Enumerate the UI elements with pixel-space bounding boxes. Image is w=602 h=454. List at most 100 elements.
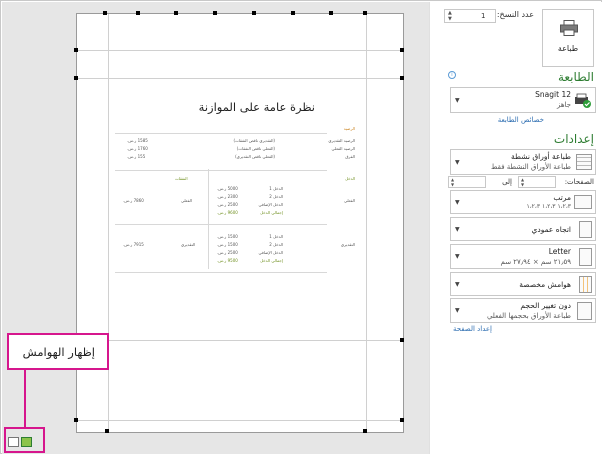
income-total-value: 9500 ر.س. bbox=[217, 258, 238, 263]
spin-arrows-icon[interactable]: ▲ ▼ bbox=[448, 10, 452, 22]
print-button-label: طباعة bbox=[557, 44, 579, 53]
row-rule bbox=[115, 224, 327, 225]
print-settings-panel: طباعة عدد النسخ: 1 ▲ ▼ الطابعة i Snagit 1… bbox=[429, 2, 602, 454]
income-total-value: 9600 ر.س. bbox=[217, 210, 238, 215]
margin-handle[interactable] bbox=[103, 11, 107, 15]
income-total-label: إجمالي الدخل bbox=[260, 258, 283, 263]
printer-status: جاهز bbox=[556, 101, 571, 109]
income-item-label: الدخل 2 bbox=[269, 242, 283, 247]
actual-row-name: الفعلي bbox=[344, 198, 355, 203]
orientation-title: اتجاه عمودي bbox=[531, 225, 571, 234]
margin-handle[interactable] bbox=[363, 429, 367, 433]
income-item-value: 1500 ر.س. bbox=[217, 242, 238, 247]
collate-icon bbox=[574, 195, 592, 209]
margin-handle[interactable] bbox=[400, 338, 404, 342]
printer-section-header: الطابعة bbox=[557, 70, 594, 84]
print-what-dropdown[interactable]: طباعة أوراق نشطة طباعة الأوراق النشطة فق… bbox=[450, 149, 596, 175]
chevron-down-icon: ▼ bbox=[455, 226, 460, 233]
margin-handle[interactable] bbox=[400, 418, 404, 422]
balance-row-desc: (الفعلي ناقص التقديري) bbox=[235, 154, 275, 159]
margin-handle[interactable] bbox=[400, 48, 404, 52]
settings-section-header: إعدادات bbox=[553, 132, 594, 146]
margin-line-right[interactable] bbox=[366, 14, 367, 432]
print-button[interactable]: طباعة bbox=[542, 9, 594, 67]
chevron-down-icon: ▼ bbox=[455, 281, 460, 288]
margin-line-footer[interactable] bbox=[77, 420, 403, 421]
chevron-down-icon: ▼ bbox=[455, 97, 460, 104]
balance-row-desc: (الفعلي ناقص النفقات) bbox=[236, 146, 275, 151]
paper-icon bbox=[579, 248, 592, 266]
balance-row-name: الرصيد التقديري bbox=[328, 138, 355, 143]
margin-handle[interactable] bbox=[291, 11, 295, 15]
margin-handle[interactable] bbox=[252, 11, 256, 15]
no-scaling-icon bbox=[577, 302, 592, 320]
income-item-value: 2500 ر.س. bbox=[217, 250, 238, 255]
printer-ready-icon bbox=[575, 93, 591, 108]
margin-handle[interactable] bbox=[74, 76, 78, 80]
income-item-label: الدخل 1 bbox=[269, 186, 283, 191]
page-setup-link[interactable]: إعداد الصفحة bbox=[453, 325, 492, 333]
margin-handle[interactable] bbox=[74, 418, 78, 422]
margin-handle[interactable] bbox=[174, 11, 178, 15]
expense-row-name: الفعلي bbox=[181, 198, 192, 203]
income-item-label: الدخل الإضافي bbox=[258, 202, 283, 207]
pages-from-input[interactable]: ▲ ▼ bbox=[518, 176, 556, 188]
income-item-value: 5000 ر.س. bbox=[217, 186, 238, 191]
margin-line-top[interactable] bbox=[77, 78, 403, 79]
spin-arrows-icon[interactable]: ▲ ▼ bbox=[521, 177, 524, 187]
print-what-subtitle: طباعة الأوراق النشطة فقط bbox=[491, 163, 571, 171]
expenses-label: النفقات bbox=[175, 176, 188, 181]
margin-handle[interactable] bbox=[74, 48, 78, 52]
income-item-label: الدخل 1 bbox=[269, 234, 283, 239]
margins-dropdown[interactable]: هوامش مخصصة ▼ bbox=[450, 272, 596, 296]
paper-size-dropdown[interactable]: Letter ٢١٫٥٩ سم × ٢٧٫٩٤ سم ▼ bbox=[450, 244, 596, 269]
printer-dropdown[interactable]: Snagit 12 جاهز ▼ bbox=[450, 87, 596, 113]
income-item-value: 1500 ر.س. bbox=[217, 234, 238, 239]
copies-stepper[interactable]: 1 ▲ ▼ bbox=[444, 9, 496, 23]
margin-line-bottom[interactable] bbox=[77, 340, 403, 341]
document-title: نظرة عامة على الموازنة bbox=[198, 100, 315, 114]
balance-label: الرصيد bbox=[343, 126, 355, 131]
pages-to-label: إلى bbox=[502, 178, 512, 186]
paper-subtitle: ٢١٫٥٩ سم × ٢٧٫٩٤ سم bbox=[500, 258, 571, 266]
orientation-dropdown[interactable]: اتجاه عمودي ▼ bbox=[450, 217, 596, 241]
estimated-row-name: التقديري bbox=[340, 242, 355, 247]
income-item-label: الدخل الإضافي bbox=[258, 250, 283, 255]
margin-line-header[interactable] bbox=[77, 50, 403, 51]
margin-handle[interactable] bbox=[400, 76, 404, 80]
balance-row-name: الرصيد الفعلي bbox=[331, 146, 355, 151]
collate-dropdown[interactable]: مرتب ١،٢،٣ ١،٢،٣ ١،٢،٣ ▼ bbox=[450, 190, 596, 214]
collate-title: مرتب bbox=[553, 193, 571, 202]
scaling-subtitle: طباعة الأوراق بحجمها الفعلي bbox=[486, 312, 571, 320]
margin-handle[interactable] bbox=[136, 11, 140, 15]
printer-icon bbox=[560, 20, 578, 36]
preview-page: نظرة عامة على الموازنة الرصيد الرصيد الت… bbox=[76, 13, 404, 433]
income-item-value: 2500 ر.س. bbox=[217, 202, 238, 207]
margin-handle[interactable] bbox=[105, 429, 109, 433]
balance-row-value: 155 ر.س. bbox=[127, 154, 146, 159]
sheet-icon bbox=[576, 154, 592, 170]
custom-margins-icon bbox=[579, 276, 592, 293]
balance-row-value: 1760 ر.س. bbox=[127, 146, 148, 151]
income-expense-divider bbox=[208, 169, 209, 269]
margin-handle[interactable] bbox=[329, 11, 333, 15]
zoom-to-page-icon[interactable] bbox=[21, 437, 32, 447]
income-item-label: الدخل 2 bbox=[269, 194, 283, 199]
balance-row-name: الفرق bbox=[345, 154, 355, 159]
scaling-dropdown[interactable]: دون تغيير الحجم طباعة الأوراق بحجمها الف… bbox=[450, 298, 596, 323]
pages-label: الصفحات: bbox=[564, 178, 594, 186]
printer-properties-link[interactable]: خصائص الطابعة bbox=[498, 116, 544, 124]
section-rule bbox=[115, 170, 327, 171]
spin-arrows-icon[interactable]: ▲ ▼ bbox=[451, 177, 454, 187]
callout-text: إظهار الهوامش bbox=[22, 345, 95, 359]
expense-row-name: التقديري bbox=[181, 242, 196, 247]
scaling-title: دون تغيير الحجم bbox=[520, 301, 571, 310]
pages-to-input[interactable]: ▲ ▼ bbox=[448, 176, 486, 188]
print-what-title: طباعة أوراق نشطة bbox=[511, 152, 571, 161]
show-margins-icon[interactable] bbox=[8, 437, 19, 447]
margins-title: هوامش مخصصة bbox=[519, 280, 571, 289]
margin-handle[interactable] bbox=[213, 11, 217, 15]
margin-handle[interactable] bbox=[363, 11, 367, 15]
copies-label: عدد النسخ: bbox=[496, 10, 534, 19]
info-icon[interactable]: i bbox=[448, 71, 456, 79]
